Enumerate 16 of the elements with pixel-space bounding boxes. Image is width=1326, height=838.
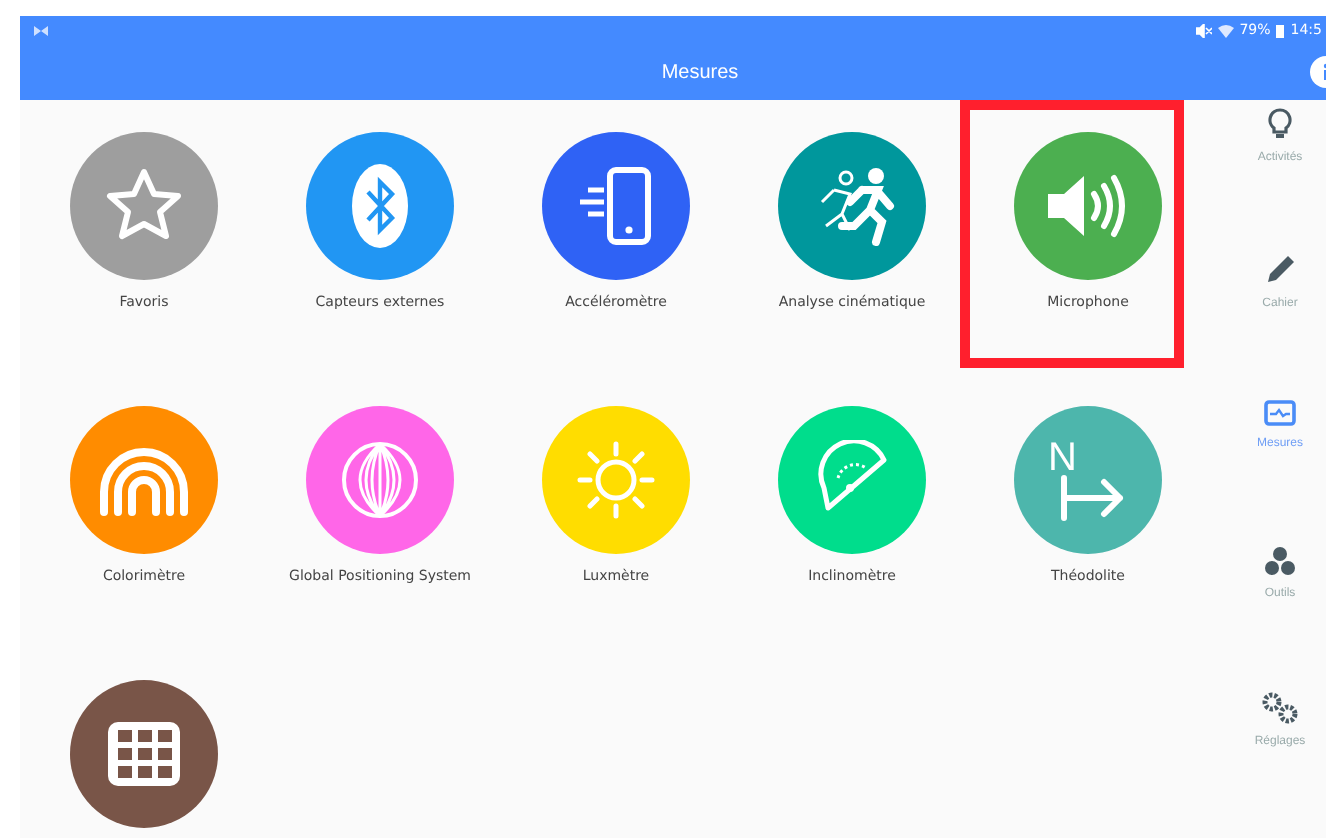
- rainbow-icon: [96, 444, 192, 516]
- app-title: Mesures: [661, 61, 739, 83]
- mute-icon: [1195, 23, 1212, 37]
- wifi-icon: [1217, 23, 1234, 37]
- notification-icon: [32, 23, 50, 37]
- pen-icon: [1264, 254, 1296, 286]
- lightbulb-icon: [1268, 108, 1292, 140]
- battery-icon: [1276, 23, 1285, 37]
- gears-icon: [1260, 692, 1300, 724]
- sun-icon: [576, 440, 656, 520]
- measure-tile-button[interactable]: N: [1014, 406, 1162, 554]
- cubes-icon: [1264, 546, 1296, 576]
- globe-icon: [340, 440, 420, 520]
- chart-icon: [1264, 400, 1296, 426]
- grid-icon: [106, 720, 182, 788]
- bluetooth-icon: [350, 162, 410, 250]
